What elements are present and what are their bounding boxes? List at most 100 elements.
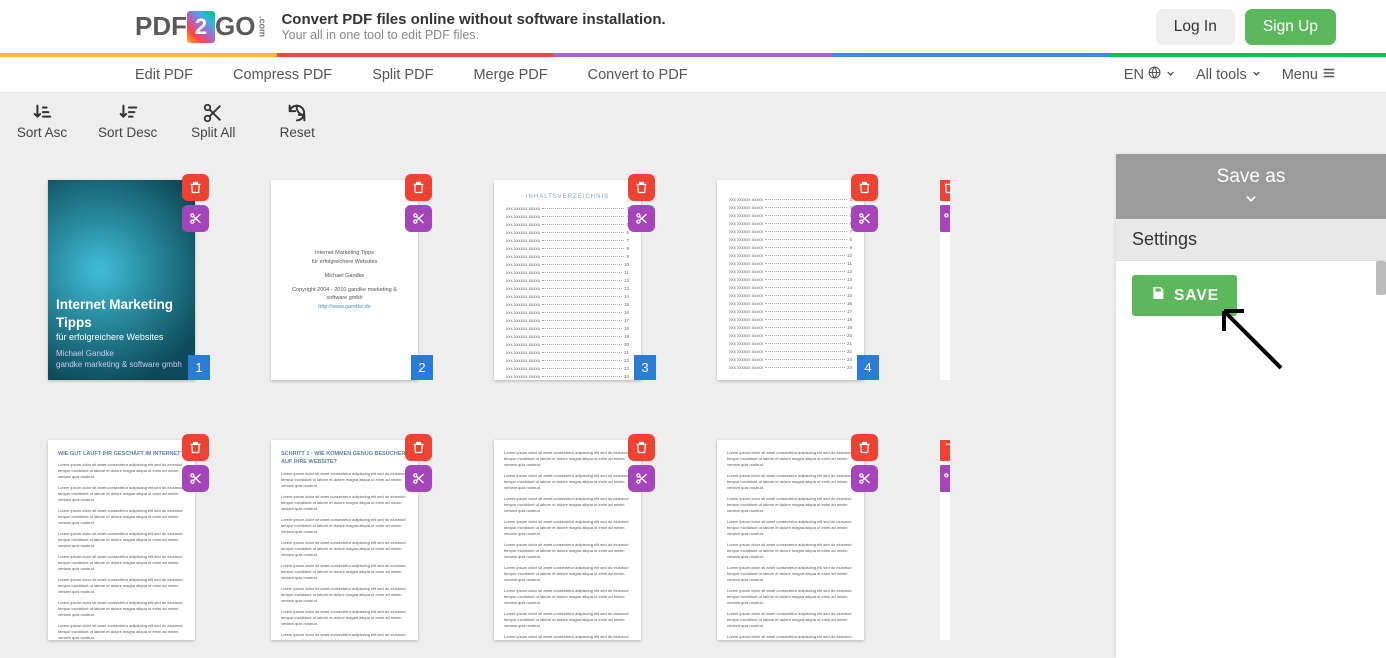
split-page-button[interactable]: [940, 465, 950, 492]
side-panel: Save as Settings SAVE: [1116, 154, 1386, 658]
delete-page-button[interactable]: [628, 434, 655, 461]
page-preview: Internet Marketing Tipps für erfolgreich…: [48, 180, 195, 380]
delete-page-button[interactable]: [628, 174, 655, 201]
lang-label: EN: [1124, 67, 1144, 83]
split-page-button[interactable]: [182, 205, 209, 232]
page-row: Internet Marketing Tipps für erfolgreich…: [48, 180, 1116, 380]
nav-split-pdf[interactable]: Split PDF: [372, 57, 433, 93]
nav-edit-pdf[interactable]: Edit PDF: [135, 57, 193, 93]
scissors-icon: [942, 471, 950, 486]
sort-asc-label: Sort Asc: [17, 125, 67, 140]
page-thumb[interactable]: xxx xxxxxx xxxxx3xxx xxxxxx xxxxx4xxx xx…: [940, 180, 950, 380]
scissors-icon: [202, 101, 224, 125]
split-page-button[interactable]: [940, 205, 950, 232]
top-header: PDF 2 GO .com Convert PDF files online w…: [0, 0, 1386, 53]
menu-toggle[interactable]: Menu: [1282, 66, 1336, 84]
menu-label: Menu: [1282, 67, 1318, 83]
cover-sub: für erfolgreichere Websites: [56, 332, 187, 344]
page-preview: WIE GUT LÄUFT IHR GESCHÄFT IM INTERNET? …: [48, 440, 195, 640]
reset-label: Reset: [280, 125, 315, 140]
delete-page-button[interactable]: [405, 434, 432, 461]
split-page-button[interactable]: [405, 205, 432, 232]
chevron-down-icon: [1116, 192, 1386, 211]
logo-pdf: PDF: [135, 11, 187, 42]
delete-page-button[interactable]: [851, 434, 878, 461]
split-all-label: Split All: [191, 125, 235, 140]
page-number: 4: [857, 355, 879, 380]
page-thumb[interactable]: Lorem ipsum dolor sit amet consectetur a…: [494, 440, 641, 640]
scrollbar[interactable]: [1376, 261, 1386, 295]
sort-asc-button[interactable]: Sort Asc: [14, 101, 70, 140]
chevron-down-icon: [1165, 67, 1176, 83]
page-thumb[interactable]: xxx xxxxxx xxxxx3xxx xxxxxx xxxxx4xxx xx…: [717, 180, 864, 380]
cover-author: Michael Gandke: [56, 349, 187, 359]
reset-button[interactable]: Reset: [269, 101, 325, 140]
logo-2-box: 2: [187, 11, 215, 43]
trash-icon: [857, 180, 872, 195]
delete-page-button[interactable]: [405, 174, 432, 201]
navbar: Edit PDF Compress PDF Split PDF Merge PD…: [0, 57, 1386, 93]
nav-merge-pdf[interactable]: Merge PDF: [473, 57, 547, 93]
tagline-main: Convert PDF files online without softwar…: [281, 11, 665, 28]
split-page-button[interactable]: [182, 465, 209, 492]
annotation-arrow: [1216, 303, 1296, 388]
page-number: 2: [411, 355, 433, 380]
page-row: WIE GUT LÄUFT IHR GESCHÄFT IM INTERNET? …: [48, 440, 1116, 640]
trash-icon: [634, 180, 649, 195]
page-preview: Lorem ipsum dolor sit amet consectetur a…: [494, 440, 641, 640]
page-thumb[interactable]: INHALTSVERZEICHNIS xxx xxxxxx xxxxx3xxx …: [494, 180, 641, 380]
trash-icon: [634, 440, 649, 455]
trash-icon: [411, 440, 426, 455]
trash-icon: [188, 180, 203, 195]
scissors-icon: [634, 471, 649, 486]
split-all-button[interactable]: Split All: [185, 101, 241, 140]
scissors-icon: [857, 471, 872, 486]
page-preview: Lorem ipsum dolor sit amet consectetur a…: [717, 440, 864, 640]
scissors-icon: [411, 471, 426, 486]
save-as-dropdown[interactable]: Save as: [1116, 154, 1386, 219]
sort-asc-icon: [30, 101, 54, 125]
page-thumb[interactable]: Lorem ipsum dolor sit amet consectetur a…: [940, 440, 950, 640]
delete-page-button[interactable]: [182, 434, 209, 461]
sort-desc-button[interactable]: Sort Desc: [98, 101, 157, 140]
login-button[interactable]: Log In: [1156, 9, 1235, 45]
split-page-button[interactable]: [628, 465, 655, 492]
save-as-label: Save as: [1116, 166, 1386, 188]
logo[interactable]: PDF 2 GO .com: [135, 11, 267, 43]
page-number: 3: [634, 355, 656, 380]
tagline: Convert PDF files online without softwar…: [281, 11, 665, 42]
split-page-button[interactable]: [851, 205, 878, 232]
delete-page-button[interactable]: [851, 174, 878, 201]
nav-convert-pdf[interactable]: Convert to PDF: [588, 57, 688, 93]
trash-icon: [188, 440, 203, 455]
settings-heading: Settings: [1116, 219, 1386, 261]
toolbar: Sort Asc Sort Desc Split All Reset: [0, 93, 1386, 154]
delete-page-button[interactable]: [940, 180, 950, 201]
page-grid: Internet Marketing Tipps für erfolgreich…: [0, 154, 1116, 658]
split-page-button[interactable]: [628, 205, 655, 232]
page-thumb[interactable]: Lorem ipsum dolor sit amet consectetur a…: [717, 440, 864, 640]
tagline-sub: Your all in one tool to edit PDF files.: [281, 28, 665, 42]
all-tools-menu[interactable]: All tools: [1196, 67, 1262, 83]
page-preview: SCHRITT 1 - WIE KOMMEN GENUG BESUCHER AU…: [271, 440, 418, 640]
page-number: 1: [188, 355, 210, 380]
split-page-button[interactable]: [405, 465, 432, 492]
signup-button[interactable]: Sign Up: [1245, 9, 1336, 45]
scissors-icon: [188, 471, 203, 486]
settings-body: SAVE: [1116, 261, 1386, 658]
page-thumb[interactable]: Internet Marketing Tipps für erfolgreich…: [48, 180, 195, 380]
delete-page-button[interactable]: [940, 440, 950, 461]
page-thumb[interactable]: WIE GUT LÄUFT IHR GESCHÄFT IM INTERNET? …: [48, 440, 195, 640]
page-thumb[interactable]: Internet Marketing Tipps für erfolgreich…: [271, 180, 418, 380]
language-switcher[interactable]: EN: [1124, 66, 1176, 83]
split-page-button[interactable]: [851, 465, 878, 492]
delete-page-button[interactable]: [182, 174, 209, 201]
cover-company: gandke marketing & software gmbh: [56, 360, 187, 370]
sort-desc-icon: [116, 101, 140, 125]
scissors-icon: [411, 211, 426, 226]
nav-left: Edit PDF Compress PDF Split PDF Merge PD…: [135, 57, 724, 93]
page-thumb[interactable]: SCHRITT 1 - WIE KOMMEN GENUG BESUCHER AU…: [271, 440, 418, 640]
nav-compress-pdf[interactable]: Compress PDF: [233, 57, 332, 93]
scissors-icon: [634, 211, 649, 226]
trash-icon: [942, 180, 950, 195]
